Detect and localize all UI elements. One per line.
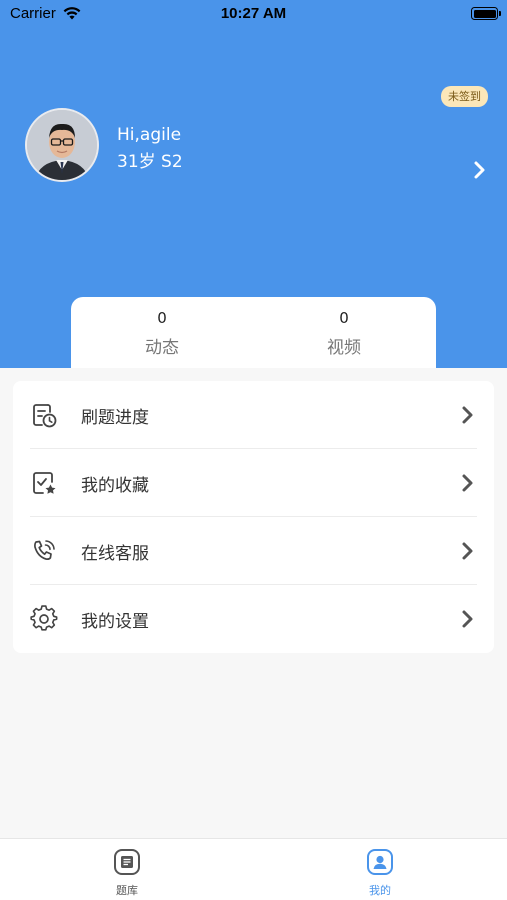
tab-question-bank[interactable]: 题库 <box>87 847 167 898</box>
battery-icon <box>471 7 498 20</box>
gear-icon <box>30 605 58 631</box>
tab-label: 题库 <box>116 884 138 897</box>
chevron-right-icon <box>462 610 473 628</box>
favorite-star-icon <box>33 472 56 494</box>
menu-item-favorites[interactable]: 我的收藏 <box>13 449 494 517</box>
status-bar: Carrier 10:27 AM <box>0 0 507 28</box>
menu-item-label: 我的设置 <box>81 612 149 632</box>
menu-item-label: 我的收藏 <box>81 476 149 496</box>
chevron-right-icon <box>462 474 473 492</box>
sign-in-badge[interactable]: 未签到 <box>441 86 488 107</box>
progress-clock-icon <box>33 404 57 428</box>
avatar-photo-icon <box>27 110 97 180</box>
tab-bar: 题库 我的 <box>0 838 507 900</box>
user-meta-text: 31岁 S2 <box>117 152 183 172</box>
stats-card: 0 动态 0 视频 <box>71 297 436 368</box>
stat-label: 动态 <box>145 338 179 358</box>
profile-icon <box>367 849 393 875</box>
menu-item-customer-service[interactable]: 在线客服 <box>13 517 494 585</box>
question-bank-icon <box>114 849 140 875</box>
stat-value: 0 <box>339 309 349 327</box>
menu-item-label: 在线客服 <box>81 544 149 564</box>
chevron-right-icon[interactable] <box>472 159 488 181</box>
menu-item-label: 刷题进度 <box>81 408 149 428</box>
clock-label: 10:27 AM <box>220 5 287 22</box>
stat-videos[interactable]: 0 视频 <box>253 309 435 358</box>
stat-moments[interactable]: 0 动态 <box>71 309 253 358</box>
battery-tip <box>499 11 501 16</box>
greeting-text: Hi,agile <box>117 125 182 145</box>
avatar[interactable] <box>25 108 99 182</box>
chevron-right-icon <box>462 406 473 424</box>
tab-profile[interactable]: 我的 <box>340 847 420 898</box>
chevron-right-icon <box>462 542 473 560</box>
menu-card: 刷题进度 我的收藏 在线客服 我的设置 <box>13 381 494 653</box>
stat-label: 视频 <box>327 338 361 358</box>
stat-value: 0 <box>157 309 167 327</box>
tab-label: 我的 <box>369 884 391 897</box>
menu-item-settings[interactable]: 我的设置 <box>13 585 494 653</box>
menu-item-progress[interactable]: 刷题进度 <box>13 381 494 449</box>
phone-call-icon <box>34 540 55 560</box>
